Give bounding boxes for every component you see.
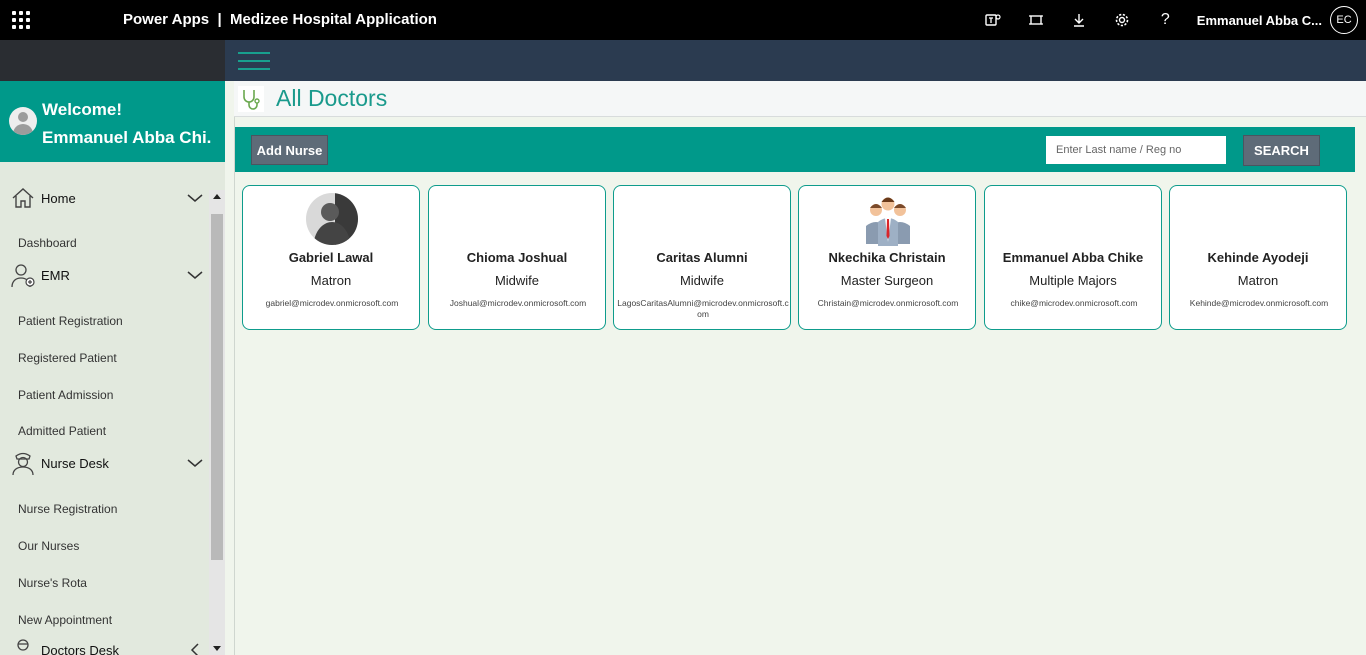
doctor-desk-icon <box>17 639 29 651</box>
scroll-up-arrow-icon[interactable] <box>213 194 221 199</box>
card-name: Chioma Joshual <box>466 250 568 265</box>
staff-card[interactable]: Kehinde Ayodeji Matron Kehinde@microdev.… <box>1169 185 1347 330</box>
nav-item-our-nurses[interactable]: Our Nurses <box>18 539 79 553</box>
card-email: Christain@microdev.onmicrosoft.com <box>817 298 959 308</box>
header-band <box>225 40 1366 81</box>
settings-icon[interactable] <box>1101 0 1144 40</box>
app-title: Power Apps | Medizee Hospital Applicatio… <box>123 11 437 28</box>
nav-item-admitted-patient[interactable]: Admitted Patient <box>18 424 106 438</box>
page-header: All Doctors <box>234 81 1366 117</box>
welcome-user-name: Emmanuel Abba Chi... <box>42 128 212 147</box>
top-bar: Power Apps | Medizee Hospital Applicatio… <box>0 0 1366 40</box>
card-email: LagosCaritasAlumni@microdev.onmicrosoft.… <box>617 298 789 319</box>
chevron-down-icon[interactable] <box>186 189 204 207</box>
nav-item-nurses-rota[interactable]: Nurse's Rota <box>18 576 87 590</box>
stethoscope-icon <box>238 86 264 112</box>
search-button[interactable]: SEARCH <box>1243 135 1320 166</box>
profile-photo <box>306 193 358 245</box>
download-icon[interactable] <box>1058 0 1101 40</box>
staff-card[interactable]: Emmanuel Abba Chike Multiple Majors chik… <box>984 185 1162 330</box>
card-role: Multiple Majors <box>1029 273 1117 288</box>
sidebar: Welcome! Emmanuel Abba Chi... Home Dashb… <box>0 81 225 655</box>
nav-group-label: EMR <box>41 268 70 283</box>
card-name: Gabriel Lawal <box>288 250 374 265</box>
nav-group-label: Doctors Desk <box>41 643 120 655</box>
page-title: All Doctors <box>276 85 388 111</box>
sidebar-scrollbar[interactable] <box>209 190 225 655</box>
card-role: Midwife <box>494 273 540 288</box>
staff-card[interactable]: Nkechika Christain Master Surgeon Christ… <box>798 185 976 330</box>
staff-card[interactable]: Chioma Joshual Midwife Joshual@microdev.… <box>428 185 606 330</box>
card-email: Joshual@microdev.onmicrosoft.com <box>449 298 587 308</box>
chevron-down-icon[interactable] <box>186 454 204 472</box>
home-icon <box>12 188 34 208</box>
fit-screen-icon[interactable] <box>1015 0 1058 40</box>
nav-item-new-appointment[interactable]: New Appointment <box>18 613 112 627</box>
app-launcher-icon[interactable] <box>12 11 30 29</box>
staff-card[interactable]: Gabriel Lawal Matron gabriel@microdev.on… <box>242 185 420 330</box>
nav-group-label: Nurse Desk <box>41 456 109 471</box>
card-email: Kehinde@microdev.onmicrosoft.com <box>1189 298 1329 308</box>
doctor-icon <box>11 264 35 288</box>
nav-item-patient-registration[interactable]: Patient Registration <box>18 314 123 328</box>
user-name[interactable]: Emmanuel Abba C... <box>1197 13 1322 28</box>
card-name: Emmanuel Abba Chike <box>1002 250 1144 265</box>
chevron-left-icon[interactable] <box>186 641 204 655</box>
card-role: Master Surgeon <box>840 273 934 288</box>
nav-item-registered-patient[interactable]: Registered Patient <box>18 351 117 365</box>
chevron-down-icon[interactable] <box>186 266 204 284</box>
nav-item-dashboard[interactable]: Dashboard <box>18 236 77 250</box>
card-role: Matron <box>310 273 352 288</box>
card-email: gabriel@microdev.onmicrosoft.com <box>265 298 399 308</box>
hamburger-menu-icon[interactable] <box>238 52 270 70</box>
user-avatar[interactable]: EC <box>1330 6 1358 34</box>
welcome-text: Welcome! <box>42 100 122 119</box>
search-input[interactable] <box>1046 136 1226 164</box>
card-name: Caritas Alumni <box>656 250 748 265</box>
nav-group-doctors-desk[interactable]: Doctors Desk <box>0 635 209 655</box>
add-nurse-button[interactable]: Add Nurse <box>251 135 328 165</box>
nav-item-patient-admission[interactable]: Patient Admission <box>18 388 113 402</box>
nav-group-nurse-desk[interactable]: Nurse Desk <box>0 448 209 478</box>
nav-group-label: Home <box>41 191 76 206</box>
header-band-left <box>0 40 225 81</box>
card-role: Midwife <box>679 273 725 288</box>
card-name: Nkechika Christain <box>828 250 946 265</box>
teams-icon[interactable] <box>972 0 1015 40</box>
card-name: Kehinde Ayodeji <box>1207 250 1309 265</box>
user-avatar-icon <box>9 107 37 135</box>
main-divider <box>234 117 235 655</box>
toolbar: Add Nurse SEARCH <box>235 127 1355 172</box>
card-role: Matron <box>1237 273 1279 288</box>
welcome-panel: Welcome! Emmanuel Abba Chi... <box>0 81 225 162</box>
team-icon <box>866 197 910 246</box>
nurse-icon <box>12 452 34 476</box>
nav-group-home[interactable]: Home <box>0 183 209 213</box>
nav-group-emr[interactable]: EMR <box>0 260 209 290</box>
card-email: chike@microdev.onmicrosoft.com <box>1010 298 1138 308</box>
help-icon[interactable]: ? <box>1144 0 1187 40</box>
scrollbar-thumb[interactable] <box>211 214 223 560</box>
nav-item-nurse-registration[interactable]: Nurse Registration <box>18 502 117 516</box>
scroll-down-arrow-icon[interactable] <box>213 646 221 651</box>
staff-card[interactable]: Caritas Alumni Midwife LagosCaritasAlumn… <box>613 185 791 330</box>
